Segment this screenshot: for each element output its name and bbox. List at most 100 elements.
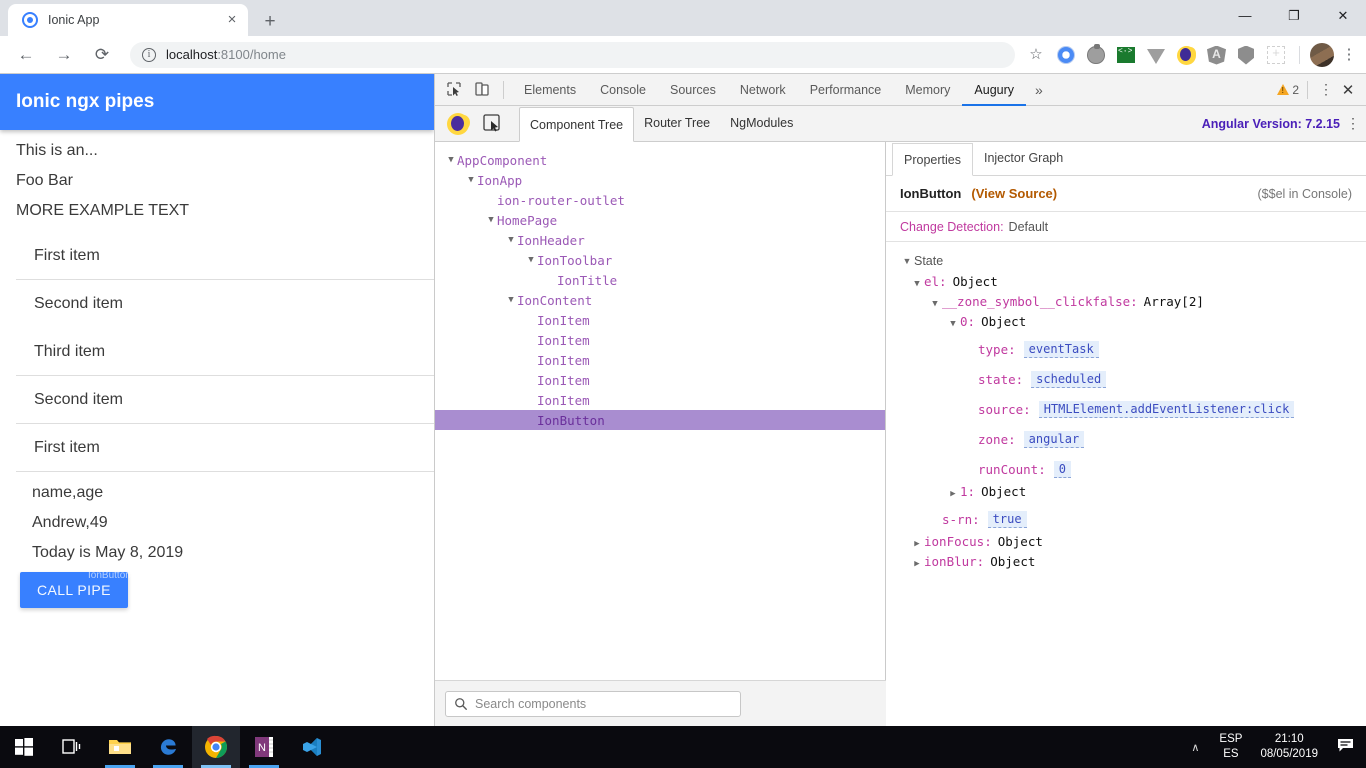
property-row[interactable]: ▶state:scheduled — [886, 364, 1366, 394]
vue-devtools-icon[interactable] — [1143, 42, 1169, 68]
list-item[interactable]: Second item — [16, 376, 434, 424]
chevron-right-icon[interactable]: ▶ — [910, 539, 924, 549]
chevron-down-icon[interactable]: ▼ — [525, 255, 537, 265]
inspect-element-icon[interactable] — [441, 77, 467, 103]
chevron-down-icon[interactable]: ▼ — [465, 175, 477, 185]
reload-icon[interactable]: ⟳ — [86, 39, 118, 71]
property-row[interactable]: ▼ __zone_symbol__clickfalse: Array[2] — [886, 294, 1366, 314]
tree-node-ionapp[interactable]: ▼ IonApp — [435, 170, 885, 190]
augury-menu-icon[interactable]: ⋮ — [1340, 115, 1366, 132]
new-tab-button[interactable]: + — [256, 8, 284, 36]
chevron-right-icon[interactable]: ▶ — [910, 559, 924, 569]
view-source-link[interactable]: (View Source) — [971, 186, 1057, 201]
close-icon[interactable]: × — [224, 12, 240, 28]
list-item[interactable]: First item — [16, 232, 434, 280]
list-item[interactable]: First item — [16, 424, 434, 472]
onenote-button[interactable]: N — [240, 726, 288, 768]
clock[interactable]: 21:10 08/05/2019 — [1250, 732, 1328, 762]
tab-router-tree[interactable]: Router Tree — [634, 106, 720, 141]
chevron-down-icon[interactable]: ▼ — [910, 279, 924, 289]
angular-icon[interactable] — [1203, 42, 1229, 68]
forward-icon[interactable]: → — [48, 39, 80, 71]
chrome-browser-button[interactable] — [192, 726, 240, 768]
ionic-extension-icon[interactable] — [1053, 42, 1079, 68]
tree-node-appcomponent[interactable]: ▼ AppComponent — [435, 150, 885, 170]
tree-node-ionitem[interactable]: ▼IonItem — [435, 310, 885, 330]
property-row[interactable]: ▶zone:angular — [886, 424, 1366, 454]
green-terminal-icon[interactable] — [1113, 42, 1139, 68]
list-item[interactable]: Second item — [16, 280, 434, 328]
tab-performance[interactable]: Performance — [798, 74, 894, 106]
chevron-down-icon[interactable]: ▼ — [946, 319, 960, 329]
avatar[interactable] — [1310, 42, 1334, 67]
property-row[interactable]: ▶s-rn:true — [886, 504, 1366, 534]
property-row[interactable]: ▶ ionBlur: Object — [886, 554, 1366, 574]
chevron-down-icon[interactable]: ▼ — [445, 155, 457, 165]
tab-component-tree[interactable]: Component Tree — [519, 106, 635, 142]
chevron-down-icon[interactable]: ▼ — [505, 295, 517, 305]
chevron-down-icon[interactable]: ▼ — [505, 235, 517, 245]
chevron-down-icon[interactable]: ▼ — [928, 299, 942, 309]
bookmark-star-icon[interactable]: ☆ — [1023, 42, 1049, 68]
site-info-icon[interactable]: i — [142, 47, 156, 62]
browser-menu-icon[interactable]: ⋮ — [1338, 42, 1360, 68]
property-row[interactable]: ▶ 1: Object — [886, 484, 1366, 504]
window-close-icon[interactable]: ✕ — [1320, 0, 1366, 32]
tree-node-ionbutton[interactable]: ▼IonButton — [435, 410, 885, 430]
tree-node-iontoolbar[interactable]: ▼ IonToolbar — [435, 250, 885, 270]
tree-node-ionitem[interactable]: ▼IonItem — [435, 350, 885, 370]
property-row[interactable]: ▼ 0: Object — [886, 314, 1366, 334]
chevron-right-icon[interactable]: ▶ — [946, 489, 960, 499]
list-item[interactable]: Third item — [16, 328, 434, 376]
edge-browser-button[interactable] — [144, 726, 192, 768]
augury-moon-icon[interactable] — [1173, 42, 1199, 68]
action-center-icon[interactable] — [1328, 738, 1362, 757]
state-section-header[interactable]: ▼ State — [886, 248, 1366, 274]
tab-sources[interactable]: Sources — [658, 74, 728, 106]
tomato-timer-icon[interactable] — [1083, 42, 1109, 68]
vs-code-button[interactable] — [288, 726, 336, 768]
more-tabs-icon[interactable]: » — [1026, 74, 1052, 106]
shield-icon[interactable] — [1233, 42, 1259, 68]
property-row[interactable]: ▶ ionFocus: Object — [886, 534, 1366, 554]
start-button[interactable] — [0, 726, 48, 768]
tab-augury[interactable]: Augury — [962, 74, 1026, 106]
tree-node-ionheader[interactable]: ▼ IonHeader — [435, 230, 885, 250]
address-bar[interactable]: i localhost:8100/home — [130, 41, 1015, 68]
property-row[interactable]: ▶type:eventTask — [886, 334, 1366, 364]
language-indicator[interactable]: ESP ES — [1211, 732, 1250, 762]
device-toolbar-icon[interactable] — [469, 77, 495, 103]
chevron-down-icon[interactable]: ▼ — [485, 215, 497, 225]
tree-node-ionitem[interactable]: ▼IonItem — [435, 390, 885, 410]
browser-tab[interactable]: Ionic App × — [8, 4, 248, 36]
property-row[interactable]: ▶source:HTMLElement.addEventListener:cli… — [886, 394, 1366, 424]
grid-icon[interactable] — [1263, 42, 1289, 68]
tab-injector-graph[interactable]: Injector Graph — [973, 142, 1074, 175]
file-explorer-button[interactable] — [96, 726, 144, 768]
maximize-icon[interactable]: ❐ — [1271, 0, 1317, 32]
call-pipe-button[interactable]: CALL PIPE — [20, 572, 128, 608]
tree-node-homepage[interactable]: ▼ HomePage — [435, 210, 885, 230]
element-picker-icon[interactable] — [481, 112, 505, 136]
back-icon[interactable]: ← — [10, 39, 42, 71]
search-components-input[interactable]: Search components — [445, 690, 741, 717]
tab-network[interactable]: Network — [728, 74, 798, 106]
task-view-button[interactable] — [48, 726, 96, 768]
property-row[interactable]: ▼ el: Object — [886, 274, 1366, 294]
tab-properties[interactable]: Properties — [892, 143, 973, 176]
tree-node-ioncontent[interactable]: ▼ IonContent — [435, 290, 885, 310]
tree-node-iontitle[interactable]: ▼IonTitle — [435, 270, 885, 290]
minimize-icon[interactable]: — — [1222, 0, 1268, 32]
tree-node-ionitem[interactable]: ▼IonItem — [435, 330, 885, 350]
show-hidden-icons-button[interactable]: ∧ — [1179, 741, 1211, 754]
tab-console[interactable]: Console — [588, 74, 658, 106]
property-row[interactable]: ▶runCount:0 — [886, 454, 1366, 484]
tree-node-ionitem[interactable]: ▼IonItem — [435, 370, 885, 390]
tab-elements[interactable]: Elements — [512, 74, 588, 106]
warning-badge[interactable]: 2 — [1277, 83, 1299, 97]
devtools-menu-icon[interactable]: ⋮ — [1316, 81, 1336, 98]
tab-memory[interactable]: Memory — [893, 74, 962, 106]
tree-node-ion-router-outlet[interactable]: ▼ion-router-outlet — [435, 190, 885, 210]
devtools-close-icon[interactable]: ✕ — [1336, 81, 1360, 99]
tab-ngmodules[interactable]: NgModules — [720, 106, 803, 141]
